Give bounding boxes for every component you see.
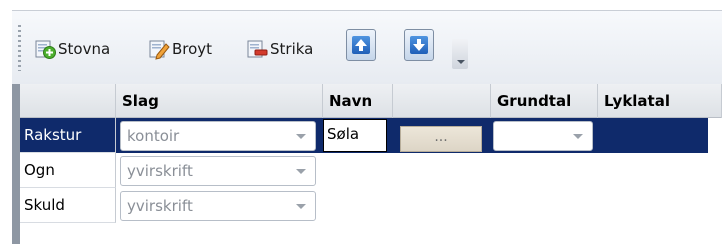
slag-combobox[interactable]: yvirskrift [120, 156, 316, 186]
toolbar-overflow-button[interactable] [452, 39, 468, 69]
add-icon [34, 38, 56, 60]
column-header-grundtal[interactable]: Grundtal [491, 84, 598, 118]
table-row[interactable]: Rakstur kontoir Søla ... [20, 118, 722, 153]
row-header[interactable]: Skuld [20, 188, 116, 223]
delete-icon [246, 38, 268, 60]
column-header-slag[interactable]: Slag [116, 84, 323, 118]
edit-icon [148, 38, 170, 60]
chevron-down-icon [296, 169, 306, 174]
delete-button[interactable]: Strika [246, 33, 313, 65]
arrow-down-icon [410, 36, 428, 54]
toolbar: Stovna Broyt Strika [12, 10, 722, 84]
data-grid: Slag Navn Grundtal Lyklatal Rakstur kont… [12, 84, 722, 244]
move-down-button[interactable] [404, 29, 434, 61]
editor-window: Stovna Broyt Strika Slag Navn Grundtal L… [0, 0, 722, 244]
grundtal-combobox[interactable] [493, 121, 593, 151]
navn-input[interactable]: Søla [323, 119, 387, 152]
edit-button-label: Broyt [172, 40, 213, 58]
move-up-button[interactable] [346, 29, 376, 61]
grid-header: Slag Navn Grundtal Lyklatal [20, 84, 722, 118]
column-header-rowlabel [20, 84, 116, 118]
chevron-down-icon [573, 134, 583, 139]
delete-button-label: Strika [270, 40, 314, 58]
add-button-label: Stovna [58, 40, 111, 58]
chevron-down-icon [296, 134, 306, 139]
slag-combobox-value: yvirskrift [127, 162, 193, 180]
column-header-lyklatal[interactable]: Lyklatal [598, 84, 722, 118]
row-header[interactable]: Ogn [20, 153, 116, 188]
chevron-down-icon [296, 204, 306, 209]
slag-combobox[interactable]: kontoir [120, 121, 316, 151]
toolbar-grip[interactable] [18, 25, 21, 71]
table-row[interactable]: Ogn yvirskrift [20, 153, 722, 188]
arrow-up-icon [352, 36, 370, 54]
slag-combobox[interactable]: yvirskrift [120, 191, 316, 221]
edit-button[interactable]: Broyt [148, 33, 212, 65]
slag-combobox-value: kontoir [127, 127, 180, 145]
add-button[interactable]: Stovna [34, 33, 110, 65]
ellipsis-button[interactable]: ... [400, 126, 482, 152]
grid-left-edge [12, 84, 20, 244]
table-row[interactable]: Skuld yvirskrift [20, 188, 722, 223]
column-header-blank[interactable] [393, 84, 491, 118]
slag-combobox-value: yvirskrift [127, 197, 193, 215]
column-header-navn[interactable]: Navn [323, 84, 393, 118]
row-header[interactable]: Rakstur [20, 118, 116, 153]
